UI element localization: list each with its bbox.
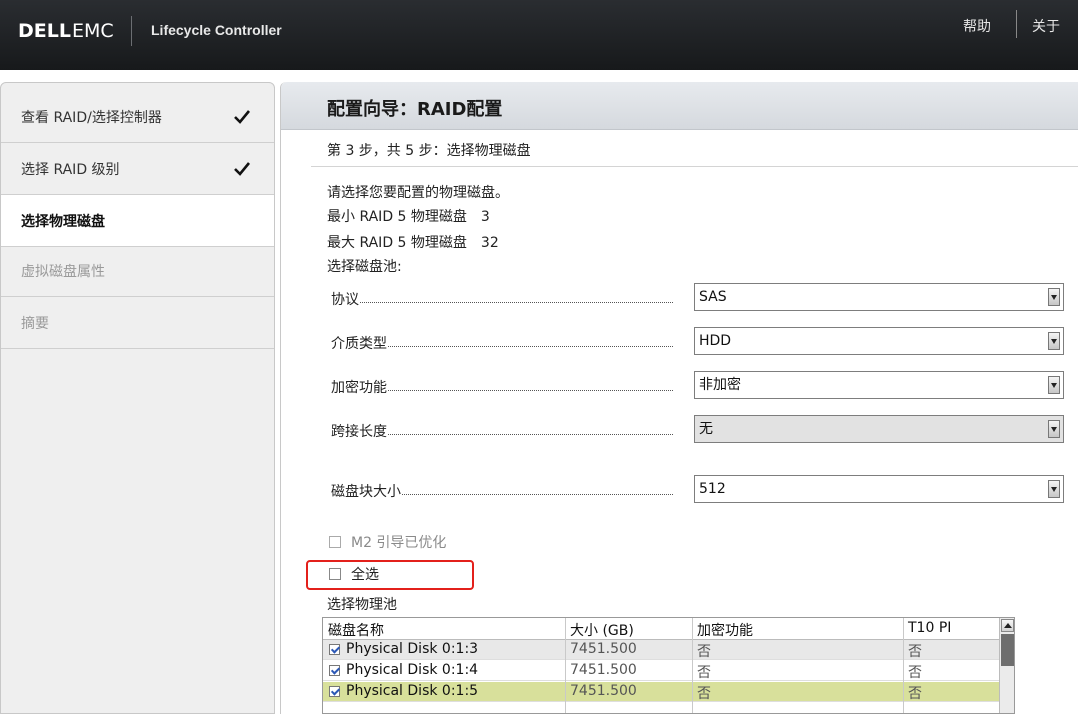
disk-size: 7451.500: [570, 683, 637, 699]
table-row[interactable]: Physical Disk 0:1:3 7451.500 否 否: [323, 640, 999, 660]
field-label: 跨接长度: [331, 421, 388, 441]
sidebar-item-summary: 摘要: [1, 297, 274, 349]
select-value: SAS: [699, 289, 727, 305]
row-checkbox[interactable]: [329, 665, 340, 676]
help-link[interactable]: 帮助: [963, 16, 991, 36]
col-header-encryption[interactable]: 加密功能: [697, 620, 753, 640]
disk-name: Physical Disk 0:1:3: [346, 641, 479, 657]
product-name: Lifecycle Controller: [151, 22, 282, 38]
m2-boot-optimized-option: M2 引导已优化: [329, 532, 446, 552]
chevron-down-icon[interactable]: [1048, 332, 1060, 350]
chevron-down-icon[interactable]: [1048, 376, 1060, 394]
sidebar-item-physical-disks[interactable]: 选择物理磁盘: [1, 195, 274, 247]
dell-emc-logo: DELL EMC Lifecycle Controller: [18, 16, 282, 46]
sidebar-item-view-raid[interactable]: 查看 RAID/选择控制器: [1, 91, 274, 143]
main-panel: 配置向导：RAID配置 第 3 步，共 5 步：选择物理磁盘 请选择您要配置的物…: [280, 82, 1078, 714]
disk-t10pi: 否: [908, 686, 922, 702]
sidebar-item-label: 选择物理磁盘: [21, 213, 105, 230]
field-encryption: 加密功能 非加密: [327, 371, 1067, 399]
chevron-down-icon[interactable]: [1048, 480, 1060, 498]
checkmark-icon: [234, 162, 251, 176]
span-length-select: 无: [694, 415, 1064, 443]
table-row[interactable]: Physical Disk 0:1:4 7451.500 否 否: [323, 661, 999, 681]
max-disks-text: 最大 RAID 5 物理磁盘 32: [327, 232, 499, 252]
physical-pool-label: 选择物理池: [327, 597, 397, 613]
media-type-select[interactable]: HDD: [694, 327, 1064, 355]
col-header-disk-name[interactable]: 磁盘名称: [328, 620, 384, 640]
row-checkbox[interactable]: [329, 686, 340, 697]
m2-boot-checkbox: [329, 536, 341, 548]
select-value: 非加密: [699, 377, 741, 393]
disk-encryption: 否: [697, 686, 711, 702]
max-disks-label: 最大 RAID 5 物理磁盘: [327, 235, 467, 251]
step-indicator: 第 3 步，共 5 步：选择物理磁盘: [327, 143, 531, 159]
field-span-length: 跨接长度 无: [327, 415, 1067, 443]
instruction-text: 请选择您要配置的物理磁盘。: [327, 185, 509, 201]
sidebar-item-raid-level[interactable]: 选择 RAID 级别: [1, 143, 274, 195]
scroll-thumb[interactable]: [1001, 634, 1014, 666]
disk-size: 7451.500: [570, 641, 637, 657]
disk-encryption: 否: [697, 644, 711, 660]
protocol-select[interactable]: SAS: [694, 283, 1064, 311]
field-protocol: 协议 SAS: [327, 283, 1067, 311]
row-checkbox[interactable]: [329, 644, 340, 655]
top-header: DELL EMC Lifecycle Controller 帮助 关于: [0, 0, 1078, 70]
header-divider: [1016, 10, 1017, 38]
col-header-t10pi[interactable]: T10 PI: [908, 620, 951, 636]
disk-name: Physical Disk 0:1:5: [346, 683, 479, 699]
column-divider: [692, 618, 693, 713]
leader-dots: [331, 302, 673, 303]
field-label: 介质类型: [331, 333, 388, 353]
checkmark-icon: [234, 110, 251, 124]
sidebar-item-label: 虚拟磁盘属性: [21, 263, 105, 280]
scroll-up-icon[interactable]: [1001, 619, 1014, 632]
table-scrollbar[interactable]: [999, 618, 1014, 713]
table-row[interactable]: Physical Disk 0:1:5 7451.500 否 否: [323, 682, 999, 702]
min-disks-text: 最小 RAID 5 物理磁盘 3: [327, 206, 490, 226]
disk-name: Physical Disk 0:1:4: [346, 662, 479, 678]
m2-boot-label: M2 引导已优化: [351, 535, 447, 551]
field-label: 加密功能: [331, 377, 388, 397]
table-header: 磁盘名称 大小 (GB) 加密功能 T10 PI: [323, 618, 999, 640]
block-size-select[interactable]: 512: [694, 475, 1064, 503]
column-divider: [903, 618, 904, 713]
divider: [311, 166, 1078, 167]
brand-emc: EMC: [71, 20, 114, 42]
min-disks-label: 最小 RAID 5 物理磁盘: [327, 209, 467, 225]
disk-pool-label: 选择磁盘池:: [327, 259, 402, 275]
chevron-down-icon[interactable]: [1048, 288, 1060, 306]
brand-divider: [131, 16, 132, 46]
disk-t10pi: 否: [908, 644, 922, 660]
disk-size: 7451.500: [570, 662, 637, 678]
sidebar-item-label: 查看 RAID/选择控制器: [21, 109, 162, 126]
field-block-size: 磁盘块大小 512: [327, 475, 1067, 503]
highlight-annotation-box: [306, 560, 474, 590]
sidebar-item-label: 选择 RAID 级别: [21, 161, 120, 178]
field-media-type: 介质类型 HDD: [327, 327, 1067, 355]
disk-t10pi: 否: [908, 665, 922, 681]
select-value: 512: [699, 481, 726, 497]
max-disks-value: 32: [480, 235, 499, 251]
physical-disk-table: 磁盘名称 大小 (GB) 加密功能 T10 PI Physical Disk 0…: [322, 617, 1015, 714]
chevron-down-icon: [1048, 420, 1060, 438]
disk-encryption: 否: [697, 665, 711, 681]
title-bar: 配置向导：RAID配置: [281, 82, 1078, 130]
encryption-select[interactable]: 非加密: [694, 371, 1064, 399]
field-label: 协议: [331, 289, 360, 309]
brand-dell: DELL: [18, 20, 71, 42]
sidebar-item-virtual-disk-props: 虚拟磁盘属性: [1, 245, 274, 297]
field-label: 磁盘块大小: [331, 481, 402, 501]
select-value: HDD: [699, 333, 732, 349]
col-header-size[interactable]: 大小 (GB): [570, 620, 634, 640]
column-divider: [565, 618, 566, 713]
min-disks-value: 3: [480, 209, 490, 225]
page-title: 配置向导：RAID配置: [327, 99, 503, 120]
about-link[interactable]: 关于: [1032, 16, 1060, 36]
select-value: 无: [699, 421, 713, 437]
wizard-steps-sidebar: 查看 RAID/选择控制器 选择 RAID 级别 选择物理磁盘 虚拟磁盘属性 摘…: [0, 82, 275, 714]
sidebar-item-label: 摘要: [21, 315, 49, 332]
